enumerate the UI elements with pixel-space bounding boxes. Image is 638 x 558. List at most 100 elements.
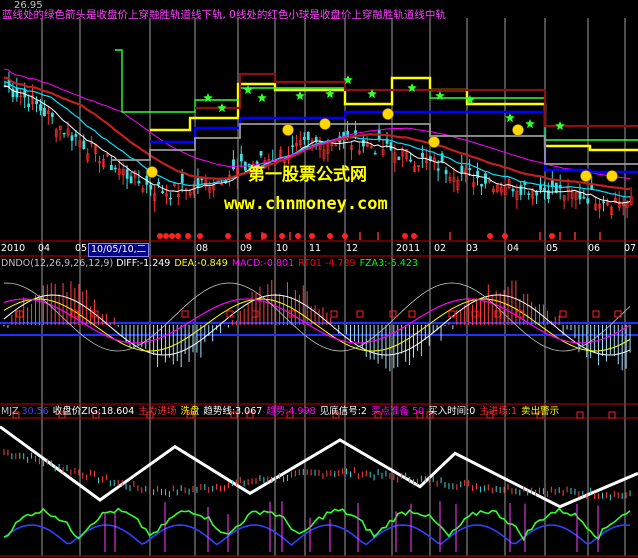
date-axis-label: 06 [588, 243, 601, 254]
panel-indicator-value: 30.56 [21, 406, 49, 417]
star-marker [505, 113, 515, 123]
signal-dot [295, 233, 301, 239]
star-marker [217, 103, 227, 113]
candle-body [484, 173, 487, 184]
panel-indicator-value: 主进场:1 [479, 406, 518, 417]
candle-body [232, 159, 235, 170]
candle-body [527, 193, 531, 196]
macd-square-marker [356, 310, 364, 318]
panel-name: DNDO(12,26,9,26,12,9) [1, 258, 117, 269]
candle-body [113, 167, 117, 170]
date-axis-label: 10 [276, 243, 289, 254]
candle-body [39, 104, 42, 111]
candle-body [157, 181, 161, 185]
candle-body [74, 134, 78, 137]
smiley-marker [146, 166, 158, 178]
chart-svg [0, 18, 638, 557]
candle-body [306, 132, 310, 140]
date-axis-label: 05 [546, 243, 559, 254]
macd-square-marker [408, 310, 416, 318]
candle-body [239, 153, 243, 162]
panel-indicator-value: 买入时间:0 [428, 406, 476, 417]
candle-body [582, 196, 586, 199]
trend-blue-line [3, 524, 631, 547]
panel-indicator-value: DEA:-0.849 [174, 258, 228, 269]
watermark-title: 第一股票公式网 [248, 165, 367, 185]
zig-line [0, 425, 638, 509]
candle-body [149, 184, 153, 190]
macd-panel-header: DNDO(12,26,9,26,12,9) DIFF:-1.249 DEA:-0.… [1, 258, 422, 270]
candle-body [362, 139, 365, 147]
date-axis-label: 2011 [396, 243, 421, 254]
smiley-marker [319, 118, 331, 130]
signal-dot [225, 233, 231, 239]
signal-dot [309, 233, 315, 239]
candle-body [511, 188, 515, 192]
candle-body [346, 131, 350, 138]
panel-indicator-value: 卖出警示 [521, 406, 560, 417]
candle-body [259, 150, 263, 156]
macd-square-marker [389, 310, 397, 318]
candle-body [302, 136, 306, 140]
panel-indicator-value: 买点准备 50 [370, 406, 425, 417]
candle-body [82, 140, 86, 149]
candle-body [50, 113, 54, 117]
date-axis-label: 05 [75, 243, 88, 254]
candle-body [62, 132, 66, 135]
trend-green-line [3, 507, 631, 542]
star-marker [555, 121, 565, 131]
panel-indicator-value: MACD:-0.801 [231, 258, 295, 269]
candle-body [291, 145, 294, 147]
star-marker [243, 85, 253, 95]
candle-body [129, 176, 133, 184]
zig-panel-header: MJZ 30.56 收盘价ZIG:18.604 主力进场 洗盘 趋势线:3.067 趋势:… [1, 406, 563, 418]
panel-indicator-value: 趋势:4.998 [266, 406, 316, 417]
candle-body [602, 201, 606, 204]
panel-indicator-value: DIFF:-1.249 [116, 258, 171, 269]
smiley-marker [428, 136, 440, 148]
smiley-marker [512, 124, 524, 136]
macd-square-marker [448, 310, 456, 318]
candle-body [535, 191, 539, 196]
star-marker [295, 91, 305, 101]
chart-caption: 蓝线处的绿色箭头是收盘价上穿融胜轨道线下轨, 0线处的红色小球是收盘价上穿融胜轨… [2, 9, 446, 21]
macd-square-marker [181, 310, 189, 318]
date-axis-label: 08 [196, 243, 209, 254]
candle-body [554, 182, 558, 193]
macd-line [3, 298, 631, 344]
smiley-marker [606, 170, 618, 182]
candle-body [137, 180, 141, 184]
signal-dot [169, 233, 175, 239]
candle-body [421, 152, 424, 158]
candle-body [43, 108, 46, 117]
candle-body [373, 152, 377, 155]
date-axis-label: 04 [38, 243, 51, 254]
date-axis-label: 04 [507, 243, 520, 254]
signal-dot [185, 233, 191, 239]
candle-body [70, 135, 74, 141]
candle-body [110, 164, 113, 171]
signal-dot [327, 233, 333, 239]
macd-square-marker [330, 310, 338, 318]
panel-indicator-value: 趋势线:3.067 [203, 406, 263, 417]
signal-dot [342, 233, 348, 239]
smiley-marker [382, 108, 394, 120]
zig-square-marker [576, 411, 584, 419]
macd-square-marker [592, 310, 600, 318]
signal-dot [175, 233, 181, 239]
date-axis-label: 02 [434, 243, 447, 254]
candle-body [460, 165, 464, 173]
candle-body [468, 168, 472, 170]
date-axis-label: 09 [240, 243, 253, 254]
candle-body [35, 100, 39, 105]
candle-body [220, 183, 224, 186]
date-axis-label: 11 [309, 243, 322, 254]
signal-dot [411, 233, 417, 239]
signal-dot [197, 233, 203, 239]
candle-body [397, 156, 401, 161]
date-axis-label: 12 [346, 243, 359, 254]
signal-dot [402, 233, 408, 239]
dea-line [3, 298, 631, 352]
star-marker [525, 119, 535, 129]
signal-dot [502, 233, 508, 239]
